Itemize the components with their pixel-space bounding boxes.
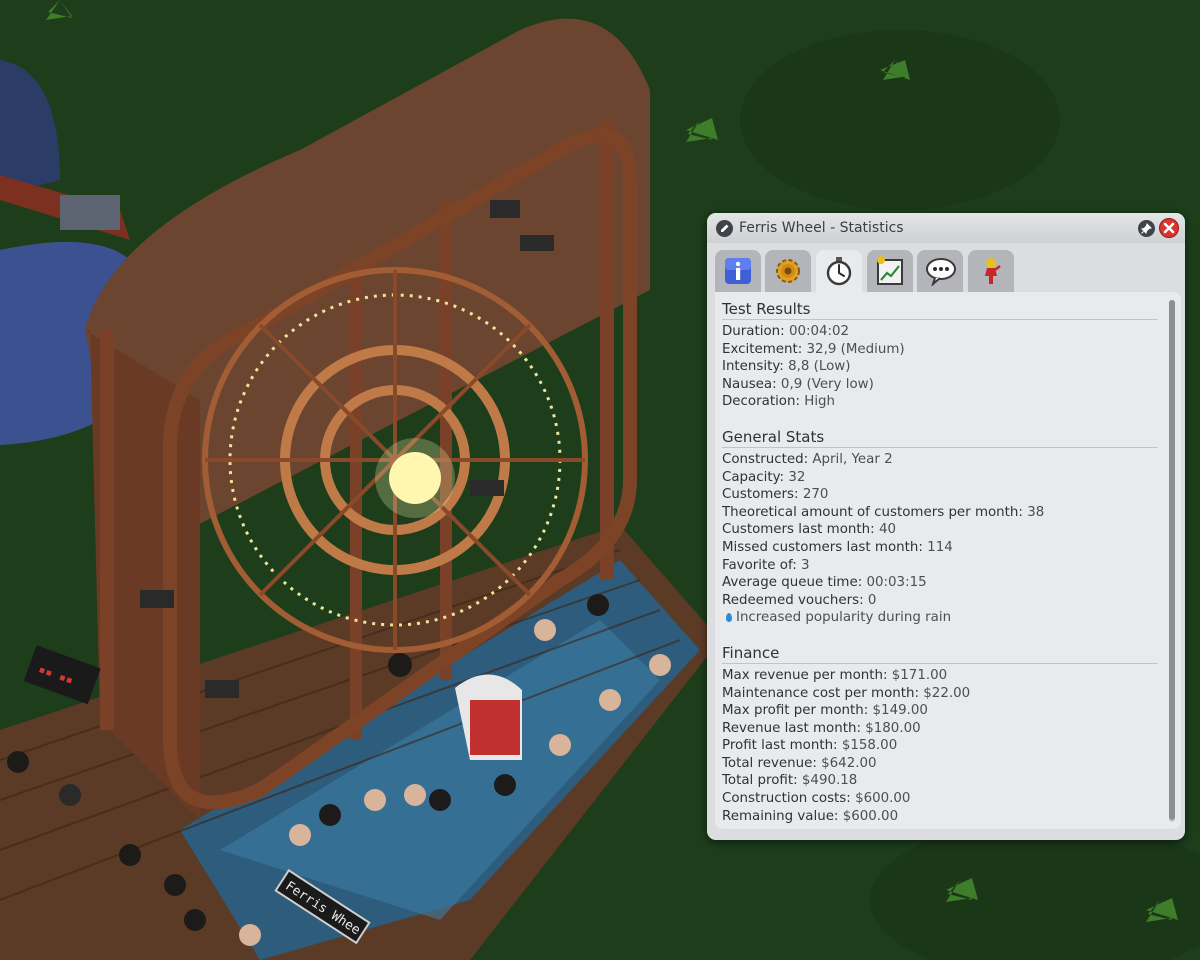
gear-icon [776,259,800,283]
section-title-finance: Finance [722,643,1158,664]
stat-value: $171.00 [891,667,948,683]
stat-value: 3 [800,557,810,573]
stat-value: 32,9 (Medium) [806,341,905,357]
raindrop-icon [726,613,732,623]
section-title-general-stats: General Stats [722,427,1158,448]
finance-row: Profit last month: $158.00 [722,737,1158,755]
stat-value: $642.00 [821,755,877,771]
close-icon [1163,222,1175,234]
stat-value: 270 [802,487,829,503]
finance-row: Max revenue per month: $171.00 [722,667,1158,685]
stat-value: 8,8 (Low) [788,359,851,375]
stat-value: $600.00 [842,808,899,824]
stat-label: Revenue last month: [722,720,861,736]
tab-settings[interactable] [765,250,811,292]
speech-bubble-icon [926,258,956,286]
stat-label: Max revenue per month: [722,667,888,683]
test-result-row: Decoration: High [722,393,1158,411]
stat-label: Intensity: [722,359,784,375]
ride-statistics-window[interactable]: Ferris Wheel - Statistics Test Results D… [707,213,1185,840]
test-result-row: Duration: 00:04:02 [722,323,1158,341]
stat-value: 0,9 (Very low) [780,376,874,392]
tab-thoughts[interactable] [917,250,963,292]
stat-value: $22.00 [923,685,971,701]
test-result-row: Excitement: 32,9 (Medium) [722,341,1158,359]
stat-label: Average queue time: [722,575,863,591]
window-titlebar[interactable]: Ferris Wheel - Statistics [707,213,1185,243]
finance-row: Revenue last month: $180.00 [722,720,1158,738]
stat-label: Max profit per month: [722,703,869,719]
tab-info[interactable] [715,250,761,292]
stat-label: Total revenue: [722,755,817,771]
finance-row: Total revenue: $642.00 [722,755,1158,773]
tab-staff[interactable] [968,250,1014,292]
stat-value: 00:03:15 [866,575,927,591]
pin-icon [1141,223,1152,234]
stat-value: $600.00 [855,791,911,807]
finance-row: Maintenance cost per month: $22.00 [722,685,1158,703]
stat-label: Customers last month: [722,522,875,538]
finance-row: Construction costs: $600.00 [722,790,1158,808]
stat-label: Decoration: [722,394,800,410]
stat-label: Redeemed vouchers: [722,592,864,608]
general-stat-row: Theoretical amount of customers per mont… [722,504,1158,522]
stat-value: High [804,394,836,410]
test-result-row: Intensity: 8,8 (Low) [722,358,1158,376]
stat-label: Constructed: [722,451,809,467]
general-stat-row: Missed customers last month: 114 [722,539,1158,557]
stat-label: Excitement: [722,341,803,357]
stat-value: 40 [878,522,896,538]
pin-button[interactable] [1138,220,1155,237]
test-result-row: Nausea: 0,9 (Very low) [722,376,1158,394]
stat-value: $490.18 [801,773,858,789]
finance-row: Remaining value: $600.00 [722,808,1158,826]
stopwatch-icon [826,257,852,286]
rain-popularity-note: Increased popularity during rain [722,609,1158,627]
stat-label: Customers: [722,487,799,503]
general-stat-row: Customers: 270 [722,486,1158,504]
stat-label: Nausea: [722,376,777,392]
graph-icon [877,256,903,285]
stat-label: Profit last month: [722,738,838,754]
stat-label: Capacity: [722,469,785,485]
close-button[interactable] [1159,218,1179,238]
stat-value: $158.00 [841,738,898,754]
note-text: Increased popularity during rain [736,610,952,626]
general-stat-row: Average queue time: 00:03:15 [722,574,1158,592]
stat-value: $180.00 [865,720,921,736]
stat-value: 38 [1027,504,1045,520]
section-title-test-results: Test Results [722,299,1158,320]
pencil-icon[interactable] [716,220,733,237]
window-title: Ferris Wheel - Statistics [739,220,904,236]
finance-row: Total profit: $490.18 [722,772,1158,790]
stat-value: 114 [927,539,953,555]
stat-label: Maintenance cost per month: [722,685,920,701]
scrollbar[interactable] [1169,300,1175,822]
stat-label: Missed customers last month: [722,539,923,555]
general-stat-row: Favorite of: 3 [722,557,1158,575]
statistics-panel[interactable]: Test Results Duration: 00:04:02 Excitemen… [715,292,1181,829]
stat-value: 32 [788,469,806,485]
stat-label: Construction costs: [722,791,851,807]
stat-label: Duration: [722,324,785,339]
tab-graphs[interactable] [867,250,913,292]
general-stat-row: Constructed: April, Year 2 [722,451,1158,469]
stat-label: Favorite of: [722,557,797,573]
general-stat-row: Customers last month: 40 [722,521,1158,539]
info-icon [725,258,751,284]
stat-label: Theoretical amount of customers per mont… [722,504,1023,520]
stat-value: 00:04:02 [788,324,850,339]
stat-value: April, Year 2 [812,451,893,467]
stat-value: 0 [867,592,877,608]
stat-value: $149.00 [872,703,928,719]
general-stat-row: Redeemed vouchers: 0 [722,592,1158,610]
scrollbar-thumb[interactable] [1169,300,1175,820]
mechanic-icon [985,258,1001,284]
stat-label: Remaining value: [722,808,839,824]
finance-row: Max profit per month: $149.00 [722,702,1158,720]
general-stat-row: Capacity: 32 [722,469,1158,487]
tab-statistics[interactable] [816,250,862,293]
stat-label: Total profit: [722,773,798,789]
